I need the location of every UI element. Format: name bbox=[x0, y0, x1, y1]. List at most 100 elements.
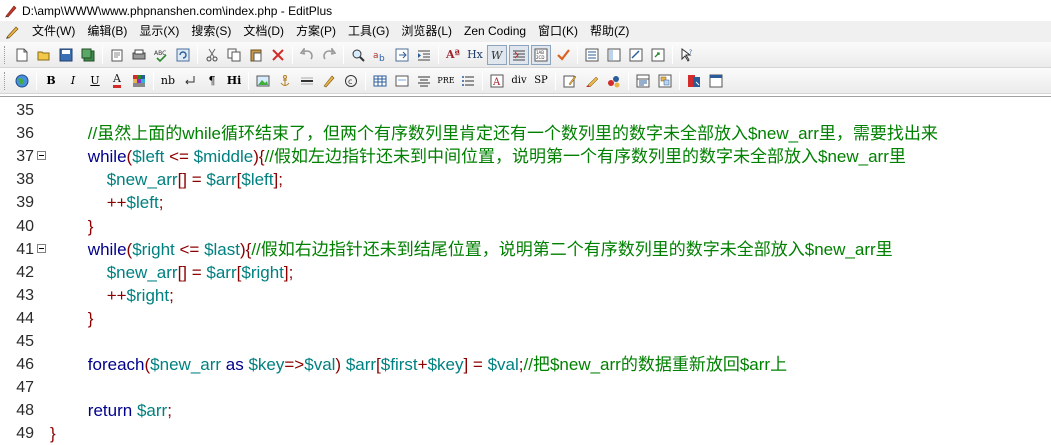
code-line[interactable]: 48 return $arr; bbox=[0, 399, 1051, 422]
anchor-icon[interactable] bbox=[275, 71, 295, 91]
line-break-icon[interactable] bbox=[180, 71, 200, 91]
save-all-icon[interactable] bbox=[78, 45, 98, 65]
underline-button[interactable]: U bbox=[85, 71, 105, 91]
font-box-icon[interactable]: A bbox=[487, 71, 507, 91]
delete-icon[interactable] bbox=[268, 45, 288, 65]
code-line[interactable]: 36 //虽然上面的while循环结束了，但两个有序数列里肯定还有一个数列里的数… bbox=[0, 122, 1051, 145]
svg-text:b: b bbox=[379, 54, 385, 62]
div-button[interactable]: div bbox=[509, 71, 529, 91]
toolbar-grip[interactable] bbox=[4, 71, 7, 90]
help-cursor-icon[interactable]: ? bbox=[677, 45, 697, 65]
code-line[interactable]: 35 bbox=[0, 99, 1051, 122]
layer-icon[interactable] bbox=[655, 71, 675, 91]
browser-globe-icon[interactable] bbox=[12, 71, 32, 91]
refresh-icon[interactable] bbox=[173, 45, 193, 65]
output-window-icon[interactable] bbox=[648, 45, 668, 65]
horizontal-rule-icon[interactable] bbox=[297, 71, 317, 91]
code-line[interactable]: 42 $new_arr[] = $arr[$right]; bbox=[0, 261, 1051, 284]
code-line[interactable]: 39 ++$left; bbox=[0, 191, 1051, 214]
code-line[interactable]: 44 } bbox=[0, 307, 1051, 330]
edit-style-icon[interactable] bbox=[560, 71, 580, 91]
bold-button[interactable]: B bbox=[41, 71, 61, 91]
menu-zen-coding[interactable]: Zen Coding bbox=[458, 21, 532, 42]
copyright-icon[interactable]: c bbox=[341, 71, 361, 91]
pre-button[interactable]: PRE bbox=[436, 71, 456, 91]
goto-icon[interactable] bbox=[392, 45, 412, 65]
heading-label: Hx bbox=[467, 48, 483, 61]
check-icon[interactable] bbox=[553, 45, 573, 65]
menu-document[interactable]: 文档(D) bbox=[237, 21, 290, 42]
code-line[interactable]: 45 bbox=[0, 330, 1051, 353]
new-file-icon[interactable] bbox=[12, 45, 32, 65]
code-token: ; bbox=[167, 401, 172, 421]
font-size-label: Aª bbox=[446, 48, 460, 61]
save-icon[interactable] bbox=[56, 45, 76, 65]
align-center-icon[interactable] bbox=[414, 71, 434, 91]
ruler-icon[interactable]: 1AB 2CD bbox=[531, 44, 551, 65]
open-file-icon[interactable] bbox=[34, 45, 54, 65]
code-token: $val bbox=[304, 355, 336, 375]
toolbar-separator bbox=[292, 45, 293, 64]
paste-icon[interactable] bbox=[246, 45, 266, 65]
code-line[interactable]: 41 while($right <= $last){//假如右边指针还未到结尾位… bbox=[0, 238, 1051, 261]
cliptext-icon[interactable] bbox=[604, 45, 624, 65]
code-line[interactable]: 37 while($left <= $middle){//假如左边指针还未到中间… bbox=[0, 145, 1051, 168]
image-icon[interactable] bbox=[253, 71, 273, 91]
color-picker-icon[interactable] bbox=[604, 71, 624, 91]
undo-icon[interactable] bbox=[297, 45, 317, 65]
comment-icon[interactable] bbox=[319, 71, 339, 91]
find-icon[interactable] bbox=[348, 45, 368, 65]
menu-search[interactable]: 搜索(S) bbox=[185, 21, 237, 42]
menu-browser[interactable]: 浏览器(L) bbox=[395, 21, 458, 42]
paragraph-button[interactable]: ¶ bbox=[202, 71, 222, 91]
menu-file[interactable]: 文件(W) bbox=[26, 21, 81, 42]
font-color-button[interactable]: A bbox=[107, 71, 127, 91]
fold-toggle-icon[interactable] bbox=[37, 243, 46, 253]
color-grid-icon[interactable] bbox=[129, 71, 149, 91]
pencil-icon[interactable] bbox=[4, 24, 20, 40]
toolbar-grip[interactable] bbox=[4, 45, 7, 64]
window-list-icon[interactable] bbox=[582, 45, 602, 65]
fold-toggle-icon[interactable] bbox=[37, 151, 46, 161]
preview-icon[interactable] bbox=[684, 71, 704, 91]
word-wrap-icon[interactable]: W bbox=[487, 44, 507, 65]
menu-edit[interactable]: 编辑(B) bbox=[81, 21, 133, 42]
code-line[interactable]: 38 $new_arr[] = $arr[$left]; bbox=[0, 168, 1051, 191]
line-number-icon[interactable] bbox=[509, 44, 529, 65]
cut-icon[interactable] bbox=[202, 45, 222, 65]
menu-view[interactable]: 显示(X) bbox=[133, 21, 185, 42]
spellcheck-icon[interactable]: ABC bbox=[151, 45, 171, 65]
font-size-icon[interactable]: Aª bbox=[443, 45, 463, 65]
replace-icon[interactable]: ab bbox=[370, 45, 390, 65]
menu-bar: 文件(W) 编辑(B) 显示(X) 搜索(S) 文档(D) 方案(P) 工具(G… bbox=[0, 21, 1051, 42]
code-token: $left bbox=[126, 193, 159, 213]
form-icon[interactable] bbox=[392, 71, 412, 91]
brush-icon[interactable] bbox=[582, 71, 602, 91]
menu-window[interactable]: 窗口(K) bbox=[532, 21, 584, 42]
code-line[interactable]: 40 } bbox=[0, 215, 1051, 238]
menu-project[interactable]: 方案(P) bbox=[290, 21, 342, 42]
nbsp-button[interactable]: nb bbox=[158, 71, 178, 91]
redo-icon[interactable] bbox=[319, 45, 339, 65]
code-line[interactable]: 43 ++$right; bbox=[0, 284, 1051, 307]
heading-icon[interactable]: Hx bbox=[465, 45, 485, 65]
table-icon[interactable] bbox=[370, 71, 390, 91]
code-line[interactable]: 47 bbox=[0, 376, 1051, 399]
span-button[interactable]: SP bbox=[531, 71, 551, 91]
menu-tools[interactable]: 工具(G) bbox=[342, 21, 395, 42]
heading-button[interactable]: Hi bbox=[224, 71, 244, 91]
directory-icon[interactable] bbox=[626, 45, 646, 65]
window-icon[interactable] bbox=[706, 71, 726, 91]
indent-icon[interactable] bbox=[414, 45, 434, 65]
list-icon[interactable] bbox=[458, 71, 478, 91]
code-line[interactable]: 49} bbox=[0, 422, 1051, 445]
print-icon[interactable] bbox=[129, 45, 149, 65]
code-text: ++$right; bbox=[50, 284, 174, 307]
menu-help[interactable]: 帮助(Z) bbox=[584, 21, 635, 42]
code-editor[interactable]: 35 36 //虽然上面的while循环结束了，但两个有序数列里肯定还有一个数列里… bbox=[0, 96, 1051, 445]
frame-icon[interactable] bbox=[633, 71, 653, 91]
code-line[interactable]: 46 foreach($new_arr as $key=>$val) $arr[… bbox=[0, 353, 1051, 376]
copy-icon[interactable] bbox=[224, 45, 244, 65]
italic-button[interactable]: I bbox=[63, 71, 83, 91]
print-preview-icon[interactable] bbox=[107, 45, 127, 65]
